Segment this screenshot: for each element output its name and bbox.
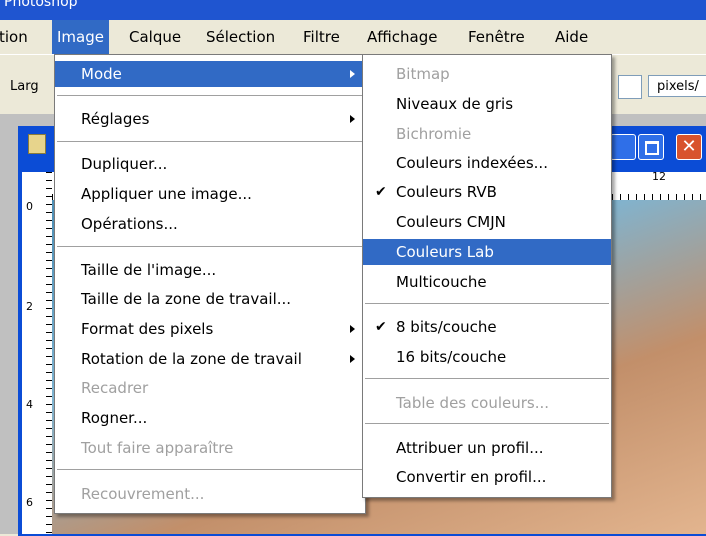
menu-item-label: Couleurs CMJN xyxy=(396,213,506,231)
menu-aide[interactable]: Aide xyxy=(550,20,593,54)
menu-item-bitmap[interactable]: Bitmap xyxy=(363,61,611,87)
ruler-tick-label: 12 xyxy=(652,170,666,183)
menu-item-rogner[interactable]: Rogner... xyxy=(55,405,365,431)
menu-fenetre[interactable]: Fenêtre xyxy=(463,20,530,54)
ruler-tick-label: 0 xyxy=(26,200,33,213)
menu-item-label: Opérations... xyxy=(81,215,178,233)
menu-separator xyxy=(365,423,609,424)
menu-item-label: Attribuer un profil... xyxy=(396,439,544,457)
checkmark-icon: ✔ xyxy=(375,319,387,335)
image-menu: Mode Réglages Dupliquer... Appliquer une… xyxy=(54,54,366,514)
menu-item-taille-zone-travail[interactable]: Taille de la zone de travail... xyxy=(55,286,365,312)
menu-selection-partial[interactable]: tion xyxy=(0,20,33,54)
width-label: Larg xyxy=(10,79,39,94)
menu-separator xyxy=(365,378,609,379)
menu-item-label: Recadrer xyxy=(81,379,149,397)
menu-item-couleurs-cmjn[interactable]: Couleurs CMJN xyxy=(363,209,611,235)
menu-item-label: Mode xyxy=(81,65,122,83)
menu-item-label: Multicouche xyxy=(396,273,487,291)
submenu-arrow-icon xyxy=(350,325,355,333)
menu-item-label: Taille de l'image... xyxy=(81,261,217,279)
menu-item-label: Recouvrement... xyxy=(81,485,205,503)
menu-filtre[interactable]: Filtre xyxy=(298,20,345,54)
menu-separator xyxy=(57,246,363,247)
menu-item-multicouche[interactable]: Multicouche xyxy=(363,269,611,295)
menu-item-label: Tout faire apparaître xyxy=(81,439,234,457)
menu-item-niveaux-de-gris[interactable]: Niveaux de gris xyxy=(363,91,611,117)
checkmark-icon: ✔ xyxy=(375,184,387,200)
menu-item-appliquer-image[interactable]: Appliquer une image... xyxy=(55,181,365,207)
submenu-arrow-icon xyxy=(350,355,355,363)
mode-submenu: Bitmap Niveaux de gris Bichromie Couleur… xyxy=(362,54,612,498)
menu-item-reglages[interactable]: Réglages xyxy=(55,106,365,132)
units-select[interactable]: pixels/ xyxy=(648,75,706,97)
menu-separator xyxy=(365,303,609,304)
menu-item-label: Rogner... xyxy=(81,409,148,427)
menu-item-label: Rotation de la zone de travail xyxy=(81,350,302,368)
menu-affichage[interactable]: Affichage xyxy=(362,20,442,54)
submenu-arrow-icon xyxy=(350,115,355,123)
menu-item-16-bits[interactable]: 16 bits/couche xyxy=(363,344,611,370)
menu-item-label: Couleurs Lab xyxy=(396,243,494,261)
menu-item-label: 16 bits/couche xyxy=(396,348,507,366)
menu-item-label: Couleurs indexées... xyxy=(396,154,548,172)
menu-item-operations[interactable]: Opérations... xyxy=(55,211,365,237)
menu-selection[interactable]: Sélection xyxy=(201,20,280,54)
menu-calque[interactable]: Calque xyxy=(124,20,186,54)
menu-separator xyxy=(57,95,363,96)
menu-item-label: Réglages xyxy=(81,110,150,128)
submenu-arrow-icon xyxy=(350,70,355,78)
menu-item-attribuer-profil[interactable]: Attribuer un profil... xyxy=(363,435,611,461)
menu-item-label: Table des couleurs... xyxy=(396,394,550,412)
menu-item-label: Couleurs RVB xyxy=(396,183,497,201)
menu-item-dupliquer[interactable]: Dupliquer... xyxy=(55,151,365,177)
menu-item-couleurs-lab[interactable]: Couleurs Lab xyxy=(363,239,611,265)
menu-item-label: Format des pixels xyxy=(81,320,214,338)
menu-item-label: Bitmap xyxy=(396,65,450,83)
menu-item-label: Niveaux de gris xyxy=(396,95,514,113)
menu-bar: tion Image Calque Sélection Filtre Affic… xyxy=(0,20,706,54)
menu-separator xyxy=(57,469,363,470)
menu-item-table-des-couleurs[interactable]: Table des couleurs... xyxy=(363,390,611,416)
menu-item-rotation[interactable]: Rotation de la zone de travail xyxy=(55,346,365,372)
menu-item-label: Taille de la zone de travail... xyxy=(81,290,292,308)
ruler-tick-label: 2 xyxy=(26,300,33,313)
close-button[interactable]: ✕ xyxy=(676,134,702,160)
maximize-button[interactable] xyxy=(638,134,664,160)
menu-item-couleurs-rvb[interactable]: ✔ Couleurs RVB xyxy=(363,179,611,205)
ruler-tick-label: 6 xyxy=(26,496,33,509)
menu-item-label: Dupliquer... xyxy=(81,155,168,173)
vertical-ruler xyxy=(22,172,52,534)
ruler-tick-label: 4 xyxy=(26,398,33,411)
menu-item-label: Bichromie xyxy=(396,125,472,143)
app-title-bar: Photoshop xyxy=(0,0,706,20)
menu-image[interactable]: Image xyxy=(52,20,109,54)
menu-item-format-pixels[interactable]: Format des pixels xyxy=(55,316,365,342)
menu-item-convertir-profil[interactable]: Convertir en profil... xyxy=(363,464,611,490)
value-field[interactable] xyxy=(618,75,642,99)
menu-item-taille-image[interactable]: Taille de l'image... xyxy=(55,257,365,283)
menu-item-label: Convertir en profil... xyxy=(396,468,547,486)
document-icon xyxy=(28,134,46,154)
menu-item-mode[interactable]: Mode xyxy=(55,61,365,87)
menu-item-8-bits[interactable]: ✔ 8 bits/couche xyxy=(363,314,611,340)
menu-item-tout-faire-apparaitre[interactable]: Tout faire apparaître xyxy=(55,435,365,461)
menu-item-recadrer[interactable]: Recadrer xyxy=(55,375,365,401)
menu-item-couleurs-indexees[interactable]: Couleurs indexées... xyxy=(363,150,611,176)
menu-item-bichromie[interactable]: Bichromie xyxy=(363,121,611,147)
app-title: Photoshop xyxy=(4,0,78,10)
menu-item-label: 8 bits/couche xyxy=(396,318,497,336)
menu-item-label: Appliquer une image... xyxy=(81,185,252,203)
minimize-button[interactable] xyxy=(610,134,636,160)
menu-separator xyxy=(57,141,363,142)
menu-item-recouvrement[interactable]: Recouvrement... xyxy=(55,481,365,507)
